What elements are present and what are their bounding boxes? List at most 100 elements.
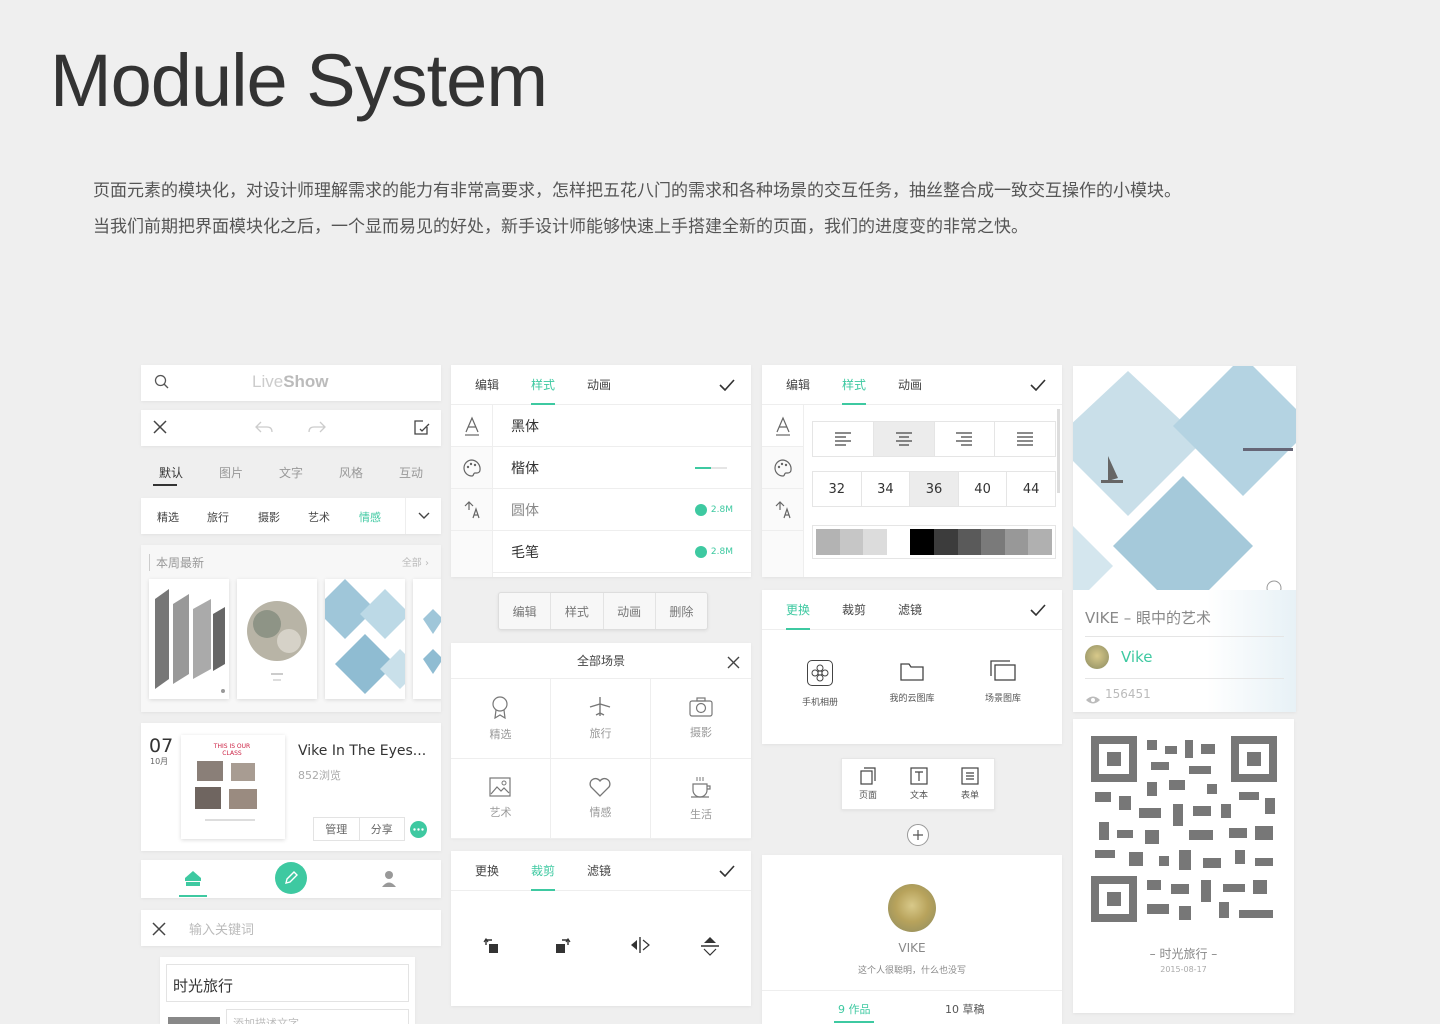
category-tab[interactable]: 精选 (157, 509, 179, 525)
palette-icon[interactable] (762, 447, 803, 489)
form-image[interactable] (168, 1017, 220, 1024)
template-thumb[interactable] (149, 579, 229, 699)
author-name[interactable]: Vike (1121, 648, 1152, 666)
tab-animation[interactable]: 动画 (587, 365, 611, 405)
search-icon[interactable] (154, 374, 170, 390)
tab-replace[interactable]: 更换 (475, 850, 499, 891)
template-thumb[interactable] (413, 579, 441, 699)
source-option[interactable]: 场景图库 (973, 660, 1033, 704)
post-title[interactable]: Vike In The Eyes... (298, 743, 426, 759)
type-tab[interactable]: 文字 (261, 454, 321, 490)
type-tab[interactable]: 默认 (141, 454, 201, 490)
tab-crop[interactable]: 裁剪 (531, 850, 556, 891)
rotate-left-icon[interactable] (483, 936, 501, 958)
pill-animation[interactable]: 动画 (604, 593, 656, 629)
size-option-selected[interactable]: 36 (910, 472, 959, 506)
color-swatch[interactable] (1028, 529, 1052, 555)
works-tab[interactable]: 9 作品 (838, 1001, 871, 1017)
rotate-right-icon[interactable] (553, 936, 571, 958)
add-form-option[interactable]: 表单 (952, 767, 988, 801)
scene-item[interactable]: 情感 (550, 759, 651, 839)
align-left-icon[interactable] (813, 422, 874, 456)
save-edit-icon[interactable] (413, 419, 431, 436)
source-option[interactable]: 手机相册 (790, 660, 850, 708)
scene-item[interactable]: 摄影 (650, 679, 751, 759)
translate-icon[interactable] (762, 489, 803, 531)
translate-icon[interactable] (451, 489, 492, 531)
undo-icon[interactable] (255, 420, 273, 434)
share-button[interactable]: 分享 (360, 818, 405, 840)
tab-crop[interactable]: 裁剪 (842, 589, 866, 630)
type-tab[interactable]: 风格 (321, 454, 381, 490)
pill-style[interactable]: 样式 (551, 593, 604, 629)
scene-item[interactable]: 艺术 (451, 759, 551, 839)
tab-filter[interactable]: 滤镜 (587, 850, 611, 891)
tab-replace[interactable]: 更换 (786, 589, 811, 630)
align-right-icon[interactable] (935, 422, 996, 456)
color-swatch[interactable] (839, 529, 864, 555)
add-circle-button[interactable] (907, 824, 929, 846)
color-swatch[interactable] (863, 529, 887, 555)
author-avatar[interactable] (1085, 645, 1109, 669)
expand-chevron-icon[interactable] (405, 498, 441, 534)
font-row[interactable]: 毛笔 2.8M (493, 531, 751, 573)
scene-item[interactable]: 旅行 (550, 679, 651, 759)
form-title-input[interactable]: 时光旅行 (166, 964, 409, 1002)
template-thumb[interactable] (237, 579, 317, 699)
color-swatch[interactable] (1004, 529, 1029, 555)
color-swatch[interactable] (886, 529, 911, 555)
create-pencil-button[interactable] (275, 862, 307, 894)
scene-item[interactable]: 生活 (650, 759, 751, 839)
download-badge[interactable]: 2.8M (694, 503, 733, 516)
home-icon[interactable] (179, 870, 207, 897)
font-row[interactable]: 圆体 2.8M (493, 489, 751, 531)
confirm-check-icon[interactable] (719, 376, 735, 395)
flip-horizontal-icon[interactable] (629, 936, 651, 958)
size-option[interactable]: 34 (862, 472, 911, 506)
user-icon[interactable] (381, 870, 397, 892)
template-thumb[interactable] (325, 579, 405, 699)
category-tab[interactable]: 艺术 (308, 509, 330, 525)
tab-edit[interactable]: 编辑 (786, 365, 810, 405)
qr-code[interactable] (1089, 734, 1279, 924)
confirm-check-icon[interactable] (1030, 601, 1046, 620)
size-option[interactable]: 40 (959, 472, 1008, 506)
article-card[interactable]: VIKE – 眼中的艺术 Vike 156451 (1073, 366, 1296, 712)
tab-animation[interactable]: 动画 (898, 365, 922, 405)
pill-edit[interactable]: 编辑 (499, 593, 552, 629)
confirm-check-icon[interactable] (719, 862, 735, 881)
tab-filter[interactable]: 滤镜 (898, 589, 922, 630)
see-all-link[interactable]: 全部 › (402, 554, 429, 569)
text-icon[interactable] (451, 405, 492, 447)
size-option[interactable]: 44 (1007, 472, 1055, 506)
category-tab[interactable]: 旅行 (207, 509, 229, 525)
manage-button[interactable]: 管理 (314, 818, 360, 840)
keyword-input[interactable]: 输入关键词 (189, 919, 254, 938)
color-swatch[interactable] (981, 529, 1005, 555)
type-tab[interactable]: 图片 (201, 454, 261, 490)
scrollbar[interactable] (1057, 409, 1060, 493)
align-center-icon[interactable] (873, 422, 935, 456)
font-row[interactable]: 黑体 (493, 405, 751, 447)
tab-edit[interactable]: 编辑 (475, 365, 499, 405)
scene-item[interactable]: 精选 (451, 679, 551, 759)
add-page-option[interactable]: 页面 (850, 767, 886, 801)
close-icon[interactable] (153, 420, 167, 434)
avatar[interactable] (888, 884, 936, 932)
redo-icon[interactable] (308, 420, 326, 434)
source-option[interactable]: 我的云图库 (882, 660, 942, 704)
flip-vertical-icon[interactable] (700, 936, 720, 960)
color-swatch[interactable] (957, 529, 982, 555)
post-card[interactable]: 07 10月 THIS IS OUR CLASS Vike In The Eye… (141, 723, 441, 851)
type-tab[interactable]: 互动 (381, 454, 441, 490)
download-badge[interactable]: 2.8M (694, 545, 733, 558)
size-option[interactable]: 32 (813, 472, 862, 506)
color-swatch-selected[interactable] (908, 527, 936, 557)
tab-style[interactable]: 样式 (842, 365, 867, 405)
tab-style[interactable]: 样式 (531, 365, 556, 405)
confirm-check-icon[interactable] (1030, 376, 1046, 395)
text-icon[interactable] (762, 405, 803, 447)
form-desc-input[interactable]: 添加描述文字 (226, 1009, 409, 1024)
color-swatch[interactable] (933, 529, 958, 555)
color-swatch[interactable] (816, 529, 840, 555)
